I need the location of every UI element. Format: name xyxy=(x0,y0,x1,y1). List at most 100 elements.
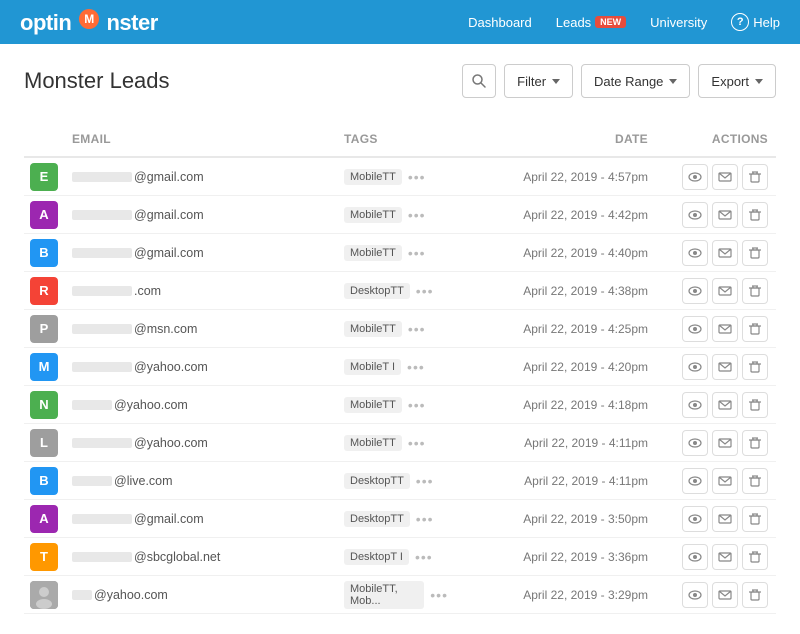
tag: DesktopTT xyxy=(344,473,410,489)
nav-leads[interactable]: Leads NEW xyxy=(556,15,626,30)
view-button[interactable] xyxy=(682,202,708,228)
cell-tags: DesktopTT ••• xyxy=(336,511,456,527)
nav-help[interactable]: ? Help xyxy=(731,13,780,31)
view-button[interactable] xyxy=(682,506,708,532)
view-button[interactable] xyxy=(682,316,708,342)
page-actions: Filter Date Range Export xyxy=(462,64,776,98)
email-button[interactable] xyxy=(712,354,738,380)
email-button[interactable] xyxy=(712,392,738,418)
view-button[interactable] xyxy=(682,164,708,190)
more-tags-dots[interactable]: ••• xyxy=(407,359,425,375)
export-button[interactable]: Export xyxy=(698,64,776,98)
more-tags-dots[interactable]: ••• xyxy=(408,321,426,337)
delete-button[interactable] xyxy=(742,316,768,342)
more-tags-dots[interactable]: ••• xyxy=(430,587,448,603)
email-button[interactable] xyxy=(712,430,738,456)
cell-avatar: B xyxy=(24,239,64,267)
table-row: B@gmail.comMobileTT•••April 22, 2019 - 4… xyxy=(24,234,776,272)
email-button[interactable] xyxy=(712,164,738,190)
cell-avatar: R xyxy=(24,277,64,305)
search-button[interactable] xyxy=(462,64,496,98)
email-button[interactable] xyxy=(712,202,738,228)
cell-actions xyxy=(656,240,776,266)
cell-tags: MobileTT ••• xyxy=(336,169,456,185)
email-button[interactable] xyxy=(712,582,738,608)
cell-tags: DesktopT I ••• xyxy=(336,549,456,565)
table-row: P@msn.comMobileTT•••April 22, 2019 - 4:2… xyxy=(24,310,776,348)
cell-tags: MobileTT••• xyxy=(336,207,456,223)
email-button[interactable] xyxy=(712,506,738,532)
cell-actions xyxy=(656,164,776,190)
cell-actions xyxy=(656,582,776,608)
avatar: P xyxy=(30,315,58,343)
cell-email: @gmail.com xyxy=(64,170,336,184)
tag: DesktopTT xyxy=(344,511,410,527)
cell-email: @yahoo.com xyxy=(64,360,336,374)
nav-university[interactable]: University xyxy=(650,15,707,30)
date-range-button[interactable]: Date Range xyxy=(581,64,690,98)
delete-button[interactable] xyxy=(742,240,768,266)
view-button[interactable] xyxy=(682,582,708,608)
more-tags-dots[interactable]: ••• xyxy=(408,397,426,413)
table-body: E@gmail.comMobileTT•••April 22, 2019 - 4… xyxy=(24,158,776,614)
cell-email: @gmail.com xyxy=(64,246,336,260)
view-button[interactable] xyxy=(682,278,708,304)
more-tags-dots[interactable]: ••• xyxy=(415,549,433,565)
view-button[interactable] xyxy=(682,468,708,494)
more-tags-dots[interactable]: ••• xyxy=(416,473,434,489)
avatar: N xyxy=(30,391,58,419)
cell-actions xyxy=(656,506,776,532)
cell-avatar: L xyxy=(24,429,64,457)
chevron-down-icon xyxy=(669,79,677,84)
email-button[interactable] xyxy=(712,316,738,342)
view-button[interactable] xyxy=(682,544,708,570)
col-actions: Actions xyxy=(656,128,776,150)
cell-actions xyxy=(656,468,776,494)
more-tags-dots[interactable]: ••• xyxy=(408,169,426,185)
delete-button[interactable] xyxy=(742,430,768,456)
delete-button[interactable] xyxy=(742,278,768,304)
more-tags-dots[interactable]: ••• xyxy=(416,511,434,527)
cell-actions xyxy=(656,392,776,418)
avatar: E xyxy=(30,163,58,191)
avatar: R xyxy=(30,277,58,305)
cell-date: April 22, 2019 - 3:36pm xyxy=(456,550,656,564)
delete-button[interactable] xyxy=(742,202,768,228)
more-tags-dots[interactable]: ••• xyxy=(416,283,434,299)
cell-avatar: E xyxy=(24,163,64,191)
filter-button[interactable]: Filter xyxy=(504,64,573,98)
email-button[interactable] xyxy=(712,468,738,494)
avatar: B xyxy=(30,467,58,495)
main-nav: Dashboard Leads NEW University ? Help xyxy=(468,13,780,31)
email-button[interactable] xyxy=(712,278,738,304)
delete-button[interactable] xyxy=(742,164,768,190)
cell-email: @yahoo.com xyxy=(64,588,336,602)
col-tags: Tags xyxy=(336,128,456,150)
table-header: Email Tags Date Actions xyxy=(24,122,776,158)
delete-button[interactable] xyxy=(742,468,768,494)
cell-tags: MobileTT ••• xyxy=(336,397,456,413)
table-row: T@sbcglobal.netDesktopT I•••April 22, 20… xyxy=(24,538,776,576)
table-row: N@yahoo.comMobileTT•••April 22, 2019 - 4… xyxy=(24,386,776,424)
view-button[interactable] xyxy=(682,392,708,418)
tag: DesktopT I xyxy=(344,549,409,565)
delete-button[interactable] xyxy=(742,582,768,608)
view-button[interactable] xyxy=(682,430,708,456)
email-button[interactable] xyxy=(712,544,738,570)
delete-button[interactable] xyxy=(742,392,768,418)
delete-button[interactable] xyxy=(742,506,768,532)
email-button[interactable] xyxy=(712,240,738,266)
tag: MobileTT xyxy=(344,397,402,413)
tag: MobileTT xyxy=(344,169,402,185)
col-email: Email xyxy=(64,128,336,150)
more-tags-dots[interactable]: ••• xyxy=(408,245,426,261)
view-button[interactable] xyxy=(682,240,708,266)
delete-button[interactable] xyxy=(742,544,768,570)
delete-button[interactable] xyxy=(742,354,768,380)
table-row: B@live.comDesktopTT•••April 22, 2019 - 4… xyxy=(24,462,776,500)
logo-icon: M xyxy=(78,8,100,30)
more-tags-dots[interactable]: ••• xyxy=(408,207,426,223)
more-tags-dots[interactable]: ••• xyxy=(408,435,426,451)
view-button[interactable] xyxy=(682,354,708,380)
nav-dashboard[interactable]: Dashboard xyxy=(468,15,532,30)
